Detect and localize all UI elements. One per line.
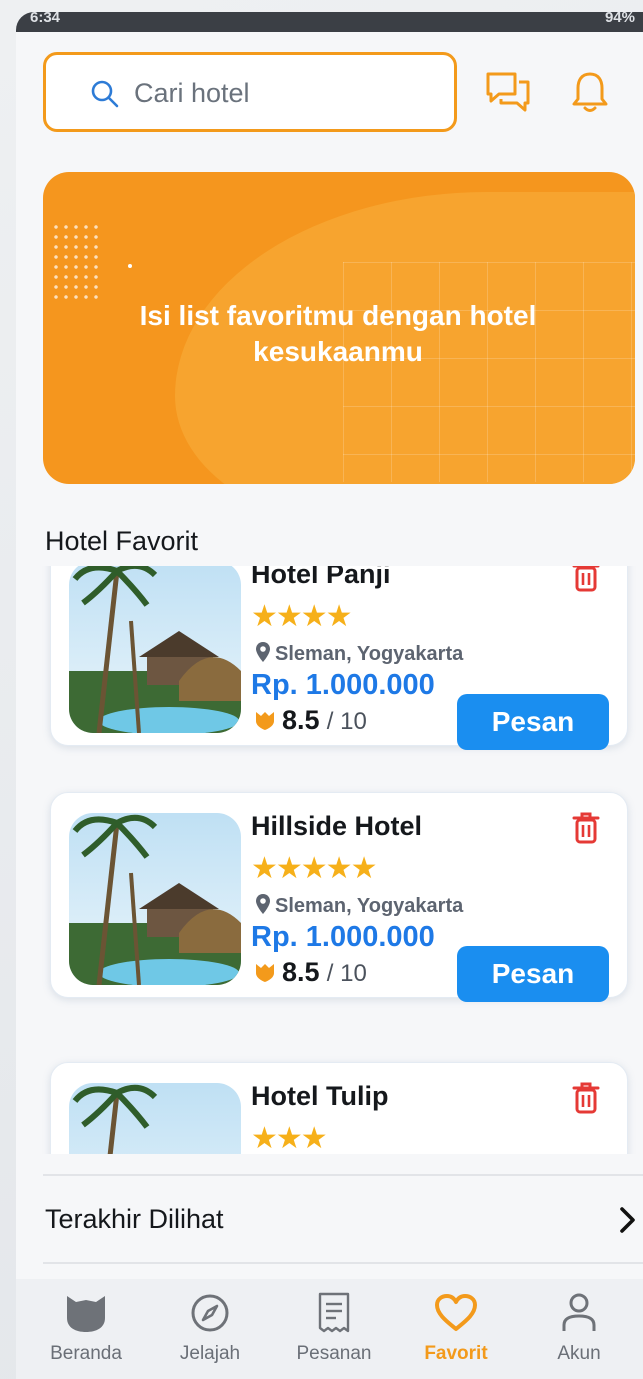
favorite-hotel-list[interactable]: Hotel Panji ★★★★ Sleman, Yogyakarta Rp. … [16, 566, 643, 1154]
compass-icon [150, 1291, 270, 1335]
home-icon [26, 1291, 146, 1335]
hotel-card[interactable]: Hotel Tulip ★★★ [50, 1062, 628, 1154]
status-battery: 94% [604, 12, 635, 26]
trash-icon[interactable] [571, 1081, 601, 1120]
trash-icon[interactable] [571, 566, 601, 598]
star-rating: ★★★★ [251, 600, 353, 633]
chat-icon[interactable] [485, 70, 531, 117]
status-time: 6:34 [30, 12, 61, 26]
hotel-location: Sleman, Yogyakarta [255, 641, 463, 666]
hotel-rating: 8.5 / 10 [254, 957, 367, 988]
bottom-navigation: Beranda Jelajah Pesanan Favorit Akun [16, 1279, 643, 1379]
location-pin-icon [256, 894, 270, 914]
nav-item-pesanan[interactable]: Pesanan [274, 1279, 394, 1379]
search-box[interactable] [43, 52, 457, 132]
shield-badge-icon [256, 964, 274, 982]
hotel-card[interactable]: Hillside Hotel ★★★★★ Sleman, Yogyakarta … [50, 792, 628, 1002]
nav-label: Favorit [424, 1343, 488, 1364]
rating-max: / 10 [326, 708, 367, 735]
hotel-price: Rp. 1.000.000 [251, 669, 435, 701]
nav-label: Akun [557, 1343, 601, 1364]
nav-label: Jelajah [179, 1343, 241, 1364]
trash-icon[interactable] [571, 811, 601, 850]
banner-message: Isi list favoritmu dengan hotel kesukaan… [139, 300, 537, 367]
rating-score: 8.5 [282, 957, 320, 987]
user-icon [519, 1291, 639, 1335]
nav-item-beranda[interactable]: Beranda [26, 1279, 146, 1379]
hotel-photo[interactable] [69, 813, 241, 985]
location-pin-icon [256, 642, 270, 662]
banner-decor-grid [343, 262, 635, 482]
hotel-card[interactable]: Hotel Panji ★★★★ Sleman, Yogyakarta Rp. … [50, 566, 628, 750]
nav-item-favorit[interactable]: Favorit [396, 1279, 516, 1379]
nav-label: Pesanan [296, 1343, 372, 1364]
hotel-photo[interactable] [69, 566, 241, 733]
hotel-photo[interactable] [69, 1083, 241, 1154]
rating-max: / 10 [326, 960, 367, 987]
hotel-name[interactable]: Hotel Tulip [251, 1081, 388, 1112]
bell-icon[interactable] [570, 70, 610, 119]
book-button[interactable]: Pesan [457, 946, 609, 1002]
hotel-location: Sleman, Yogyakarta [255, 893, 463, 918]
nav-item-akun[interactable]: Akun [519, 1279, 639, 1379]
hotel-rating: 8.5 / 10 [254, 705, 367, 736]
screenshot-frame: 6:34 94% Isi list favoritmu dengan hotel… [0, 0, 643, 1379]
receipt-icon [274, 1291, 394, 1335]
chevron-right-icon [619, 1206, 637, 1239]
hotel-location-text: Sleman, Yogyakarta [275, 895, 464, 917]
nav-label: Beranda [50, 1343, 122, 1364]
rating-score: 8.5 [282, 705, 320, 735]
hotel-location-text: Sleman, Yogyakarta [275, 643, 464, 665]
recently-viewed-row[interactable]: Terakhir Dilihat [43, 1174, 643, 1264]
search-input[interactable] [134, 75, 434, 111]
star-rating: ★★★ [251, 1122, 328, 1154]
shield-badge-icon [256, 712, 274, 730]
favorites-banner: Isi list favoritmu dengan hotel kesukaan… [43, 172, 635, 484]
banner-decor-spark [128, 264, 132, 268]
hotel-name[interactable]: Hillside Hotel [251, 811, 422, 842]
search-icon [90, 79, 120, 114]
star-rating: ★★★★★ [251, 852, 377, 885]
section-title-favorites: Hotel Favorit [45, 526, 199, 556]
phone-screen: 6:34 94% Isi list favoritmu dengan hotel… [16, 12, 643, 1379]
nav-item-jelajah[interactable]: Jelajah [150, 1279, 270, 1379]
banner-decor-dots [51, 222, 101, 302]
book-button[interactable]: Pesan [457, 694, 609, 750]
heart-icon [396, 1291, 516, 1335]
recently-viewed-label: Terakhir Dilihat [45, 1204, 224, 1234]
status-bar: 6:34 94% [16, 12, 643, 32]
hotel-price: Rp. 1.000.000 [251, 921, 435, 953]
hotel-name[interactable]: Hotel Panji [251, 566, 391, 590]
